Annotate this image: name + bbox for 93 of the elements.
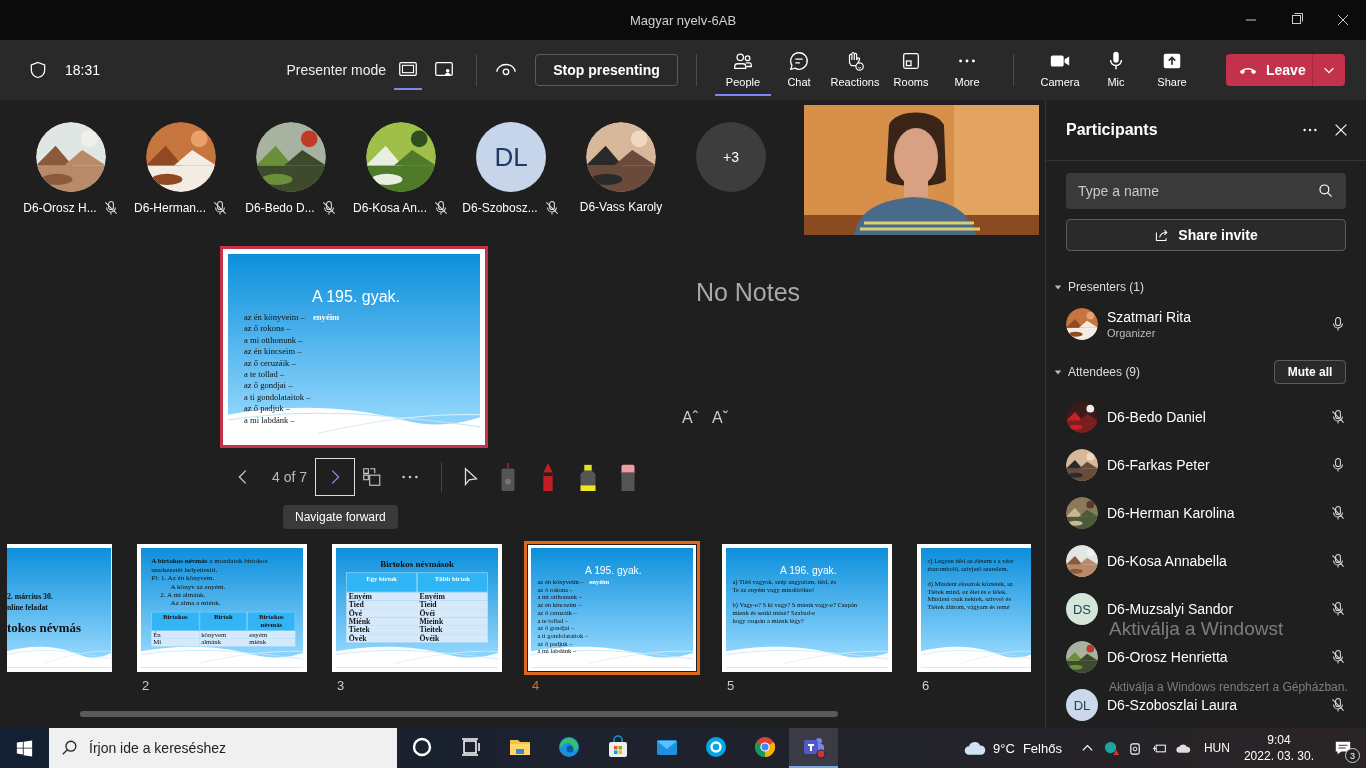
panel-title: Participants: [1066, 121, 1158, 139]
notifications-icon[interactable]: [1334, 739, 1352, 757]
participant-name: D6-Bedo Daniel: [1107, 409, 1206, 425]
leave-button[interactable]: Leave: [1226, 54, 1345, 86]
search-icon: [61, 739, 79, 757]
participant-name: D6-Bedo D...: [245, 201, 315, 215]
chat-icon: [788, 50, 810, 72]
clock-date: 2022. 03. 30.: [1243, 748, 1314, 764]
leave-label: Leave: [1266, 62, 1306, 78]
notes-text: No Notes: [694, 278, 802, 307]
avatar-initials: DL: [1073, 697, 1091, 713]
more-participants-button[interactable]: +3: [696, 122, 766, 192]
participant-name: D6-Kosa An...: [352, 201, 427, 215]
activation-notice-text: Aktiválja a Windows rendszert a Gépházban.: [1109, 680, 1348, 694]
share-invite-button[interactable]: Share invite: [1066, 219, 1346, 251]
participant-name: D6-Orosz H...: [23, 201, 97, 215]
participant-name: D6-Orosz Henrietta: [1107, 649, 1228, 665]
video-call-icon[interactable]: [1127, 740, 1143, 756]
caret-icon[interactable]: [1054, 368, 1062, 376]
slide-text: az ő rokona –: [244, 323, 291, 334]
avatar-initials: DS: [1072, 601, 1092, 617]
toolbar-button[interactable]: Camera: [1032, 44, 1088, 96]
caret-icon[interactable]: [1054, 283, 1062, 291]
cloud-icon[interactable]: [963, 740, 988, 756]
slide-text: az én kincseim –: [244, 346, 302, 357]
toolbar-button[interactable]: Mic: [1088, 44, 1144, 96]
participant-name: D6-Muzsalyi Sandor: [1107, 601, 1234, 617]
slide-number: 6: [922, 678, 931, 693]
slide-text: a mi otthonunk –: [244, 334, 303, 345]
clock-time: 9:04: [1267, 732, 1291, 748]
participant-name: D6-Farkas Peter: [1107, 457, 1210, 473]
slide-number: 3: [337, 678, 346, 693]
toolbar-button[interactable]: Share: [1144, 44, 1200, 96]
participant-name: D6-Herman Karolina: [1107, 505, 1235, 521]
activation-notice-title: Aktiválja a Windowst: [1109, 618, 1285, 640]
next-slide-button[interactable]: [315, 458, 356, 496]
avatar-initials: DL: [494, 141, 528, 173]
toolbar-button[interactable]: More: [939, 44, 995, 96]
section-heading[interactable]: Presenters (1): [1068, 280, 1145, 294]
slide-title: A 195. gyak.: [584, 564, 643, 577]
participant-name: Szatmari Rita: [1107, 309, 1192, 325]
presenter-mode-label: Presenter mode: [286, 62, 386, 78]
toolbar-button[interactable]: People: [715, 44, 771, 96]
participant-name: D6-Herman...: [134, 201, 206, 215]
window-title: Magyar nyelv-6AB: [629, 12, 737, 28]
mute-all-button[interactable]: Mute all: [1274, 360, 1346, 384]
toolbar-button[interactable]: Reactions: [827, 44, 883, 96]
tooltip: Navigate forward: [283, 505, 398, 529]
toolbar-button[interactable]: Chat: [771, 44, 827, 96]
slide-text: az ő gondjai –: [244, 380, 293, 391]
font-size-button[interactable]: Aˇ: [708, 409, 732, 427]
slide-heading: tokos névmás: [7, 620, 82, 635]
team-chat-icon: [801, 735, 826, 759]
font-size-button[interactable]: Aˆ: [678, 409, 702, 427]
slide-text: az én könyveim –: [244, 312, 305, 322]
slide-text: a mi labdánk –: [244, 414, 295, 425]
participant-role: Organizer: [1107, 327, 1157, 339]
answer-text: enyéim: [313, 312, 340, 322]
stop-presenting-button[interactable]: Stop presenting: [535, 54, 678, 86]
share-icon: [1154, 227, 1171, 243]
slide-title: Birtokos névmások: [379, 559, 455, 570]
browser-icon: [556, 735, 581, 759]
participant-name: D6-Vass Karoly: [579, 200, 663, 214]
search-icon: [1318, 183, 1334, 199]
notification-count: 3: [1345, 748, 1360, 763]
slide-text: a ti gondolataitok –: [244, 391, 311, 402]
slide-number: 2: [142, 678, 151, 693]
input-language[interactable]: HUN: [1203, 741, 1230, 755]
weather-label: Felhős: [1022, 740, 1062, 756]
participant-name: D6-Szobosz...: [462, 201, 538, 215]
windows-start-icon[interactable]: [16, 739, 33, 757]
slide-thumbnail[interactable]: [134, 541, 310, 675]
slide-text: a te tollad –: [244, 369, 285, 380]
meeting-time: 18:31: [65, 62, 101, 78]
slide-text: az ő padjuk –: [244, 403, 291, 414]
more-icon: [956, 58, 978, 64]
shield-icon[interactable]: [28, 60, 48, 80]
slide-title: A 196. gyak.: [779, 564, 838, 577]
participant-name: D6-Szoboszlai Laura: [1107, 697, 1237, 713]
browser-icon: [752, 735, 777, 759]
slide-counter: 4 of 7: [272, 469, 308, 485]
slide-title: A 195. gyak.: [310, 288, 402, 306]
temperature: 9°C: [993, 740, 1015, 756]
taskbar-search-field[interactable]: Írjon ide a kereséshez: [49, 728, 397, 768]
participant-name: D6-Kosa Annabella: [1107, 553, 1227, 569]
scrollbar[interactable]: [80, 711, 838, 717]
slide-text: az ő ceruzáik –: [244, 357, 296, 368]
search-field[interactable]: Type a name: [1066, 173, 1346, 209]
squares-icon: [900, 50, 922, 72]
slide-number: 5: [727, 678, 736, 693]
toolbar-button[interactable]: Rooms: [883, 44, 939, 96]
slide-number: 4: [532, 678, 541, 693]
section-heading[interactable]: Attendees (9): [1068, 365, 1141, 379]
